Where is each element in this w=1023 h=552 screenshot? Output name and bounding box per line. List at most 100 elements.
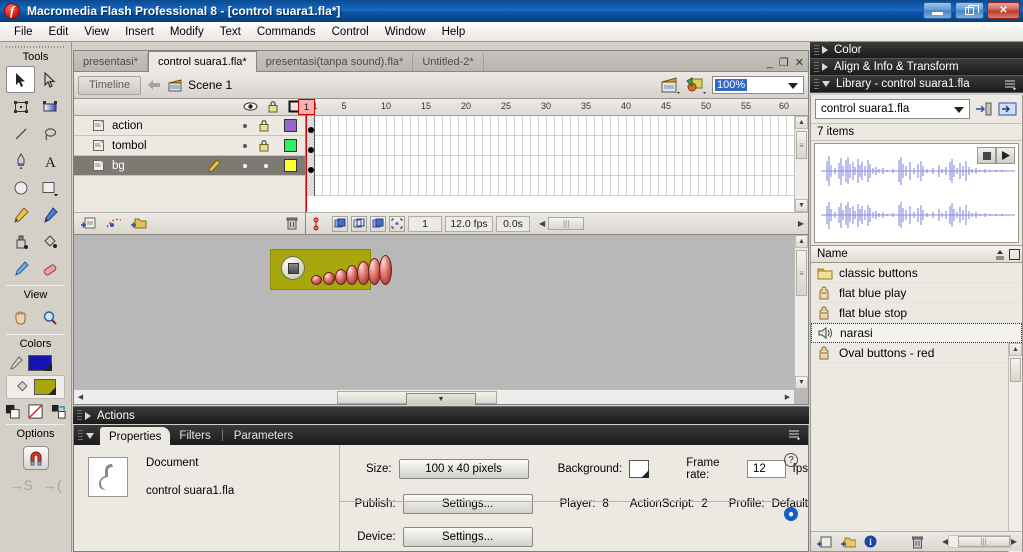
sort-order-icon[interactable]: [994, 249, 1006, 261]
current-frame-field[interactable]: 1: [408, 215, 442, 232]
chevron-right-icon[interactable]: [822, 46, 828, 54]
timeline-scroll-left[interactable]: ◀: [539, 219, 545, 228]
menu-view[interactable]: View: [76, 24, 117, 40]
layer-row-bg[interactable]: bg: [74, 156, 305, 176]
doc-minimize-button[interactable]: _: [767, 57, 773, 69]
insert-layer-button[interactable]: [80, 216, 98, 231]
library-scroll-right-button[interactable]: ▶: [1011, 537, 1017, 546]
help-icon[interactable]: ?: [784, 453, 798, 467]
close-button[interactable]: ✕: [987, 2, 1020, 19]
magnet-icon[interactable]: [22, 446, 49, 470]
menu-commands[interactable]: Commands: [249, 24, 324, 40]
chevron-down-icon[interactable]: [86, 433, 94, 439]
scroll-thumb[interactable]: ≡: [796, 131, 807, 159]
gradient-transform-tool[interactable]: [35, 93, 64, 120]
smooth-icon[interactable]: →S: [9, 477, 32, 493]
keyframe-action[interactable]: [308, 127, 314, 133]
menu-modify[interactable]: Modify: [162, 24, 212, 40]
layer-lock-action[interactable]: [258, 119, 270, 132]
scroll-up-button[interactable]: ▲: [795, 116, 808, 129]
minimize-button[interactable]: [923, 2, 952, 19]
stage-oval-2[interactable]: [323, 272, 335, 285]
library-item-classic-buttons[interactable]: classic buttons: [811, 263, 1022, 283]
properties-button[interactable]: i: [864, 535, 877, 548]
properties-grip[interactable]: [78, 430, 83, 441]
lock-icon[interactable]: [267, 100, 279, 113]
doc-restore-button[interactable]: ❐: [779, 56, 789, 69]
stage-vscroll-thumb[interactable]: ≡: [796, 250, 807, 296]
align-panel-grip[interactable]: [814, 61, 819, 73]
stage-area[interactable]: ▲ ≡ ▼ ◀ ||| ▶ ▼: [74, 234, 808, 405]
publish-settings-button[interactable]: Settings...: [402, 494, 533, 514]
frame-rate-input[interactable]: 12: [747, 460, 786, 478]
zoom-value[interactable]: 100%: [715, 79, 748, 91]
pencil-tool[interactable]: [6, 201, 35, 228]
stroke-color-swatch[interactable]: [28, 355, 52, 371]
stage-oval-1[interactable]: [311, 275, 322, 285]
menu-control[interactable]: Control: [324, 24, 377, 40]
layer-row-tombol[interactable]: tombol: [74, 136, 305, 156]
onion-skin-button[interactable]: [332, 215, 348, 232]
library-item-flat-blue-play[interactable]: flat blue play: [811, 283, 1022, 303]
actions-grip[interactable]: [77, 410, 82, 421]
stage-collapse-tab[interactable]: ▼: [406, 393, 476, 405]
actions-panel-header[interactable]: Actions: [73, 406, 809, 424]
library-scroll-thumb[interactable]: [1010, 358, 1021, 382]
align-panel-header[interactable]: Align & Info & Transform: [810, 59, 1023, 76]
scene-name-label[interactable]: Scene 1: [188, 78, 232, 92]
layer-color-bg[interactable]: [284, 159, 297, 172]
swap-colors-icon[interactable]: [51, 404, 66, 419]
size-button[interactable]: 100 x 40 pixels: [398, 459, 529, 479]
layer-visibility-tombol[interactable]: [243, 143, 247, 148]
edit-symbols-icon[interactable]: [685, 76, 707, 94]
chevron-right-icon[interactable]: [85, 411, 91, 420]
eyedropper-tool[interactable]: [6, 255, 35, 282]
library-column-header[interactable]: Name: [811, 245, 1022, 263]
rectangle-tool[interactable]: [35, 174, 64, 201]
new-folder-button[interactable]: [840, 535, 856, 549]
doc-tab-presentasi[interactable]: presentasi*: [74, 53, 149, 71]
library-horizontal-scrollbar[interactable]: ◀ ||| ▶: [942, 535, 1017, 548]
stage-scroll-left-button[interactable]: ◀: [74, 391, 87, 404]
menu-window[interactable]: Window: [377, 24, 434, 40]
keyframe-column[interactable]: [306, 116, 315, 196]
doc-tab-untitled-2[interactable]: Untitled-2*: [413, 53, 484, 71]
library-vertical-scrollbar[interactable]: ▲: [1008, 343, 1022, 552]
library-item-narasi[interactable]: narasi: [811, 323, 1022, 343]
hand-tool[interactable]: [6, 304, 35, 331]
layer-lock-bg[interactable]: [264, 163, 268, 168]
tab-parameters[interactable]: Parameters: [225, 428, 302, 445]
layer-color-tombol[interactable]: [284, 139, 297, 152]
library-item-flat-blue-stop[interactable]: flat blue stop: [811, 303, 1022, 323]
timeline-ruler[interactable]: 1 5 10 15 20 25 30 35 40 45 50 55 60: [306, 99, 808, 116]
new-symbol-button[interactable]: [816, 535, 832, 549]
no-color-icon[interactable]: [28, 404, 43, 419]
line-tool[interactable]: [6, 120, 35, 147]
back-arrow-icon[interactable]: [146, 78, 162, 92]
menu-file[interactable]: File: [6, 24, 41, 40]
stage-oval-7[interactable]: [379, 255, 392, 285]
zoom-tool[interactable]: [35, 304, 64, 331]
playhead-marker[interactable]: 1: [298, 99, 315, 115]
selection-tool[interactable]: [6, 66, 35, 93]
stage-canvas[interactable]: [270, 249, 392, 290]
frames-grid[interactable]: [306, 116, 794, 196]
lasso-tool[interactable]: [35, 120, 64, 147]
column-toggle-icon[interactable]: [1009, 249, 1020, 260]
delete-layer-button[interactable]: [285, 216, 299, 231]
play-preview-button[interactable]: [996, 147, 1015, 164]
keyframe-bg[interactable]: [308, 167, 314, 173]
frame-rate-field[interactable]: 12.0 fps: [445, 215, 493, 232]
straighten-icon[interactable]: →(: [43, 477, 62, 493]
color-panel-header[interactable]: Color: [810, 42, 1023, 59]
device-settings-button[interactable]: Settings...: [402, 527, 533, 547]
modify-onion-markers-button[interactable]: [389, 215, 405, 232]
scroll-down-button[interactable]: ▼: [795, 199, 808, 212]
menu-edit[interactable]: Edit: [41, 24, 77, 40]
background-color-swatch[interactable]: [629, 460, 650, 478]
paint-bucket-tool[interactable]: [35, 228, 64, 255]
brush-tool[interactable]: [35, 201, 64, 228]
chevron-down-icon[interactable]: [788, 83, 798, 89]
tab-properties[interactable]: Properties: [100, 427, 171, 445]
tools-grip[interactable]: [6, 43, 65, 50]
